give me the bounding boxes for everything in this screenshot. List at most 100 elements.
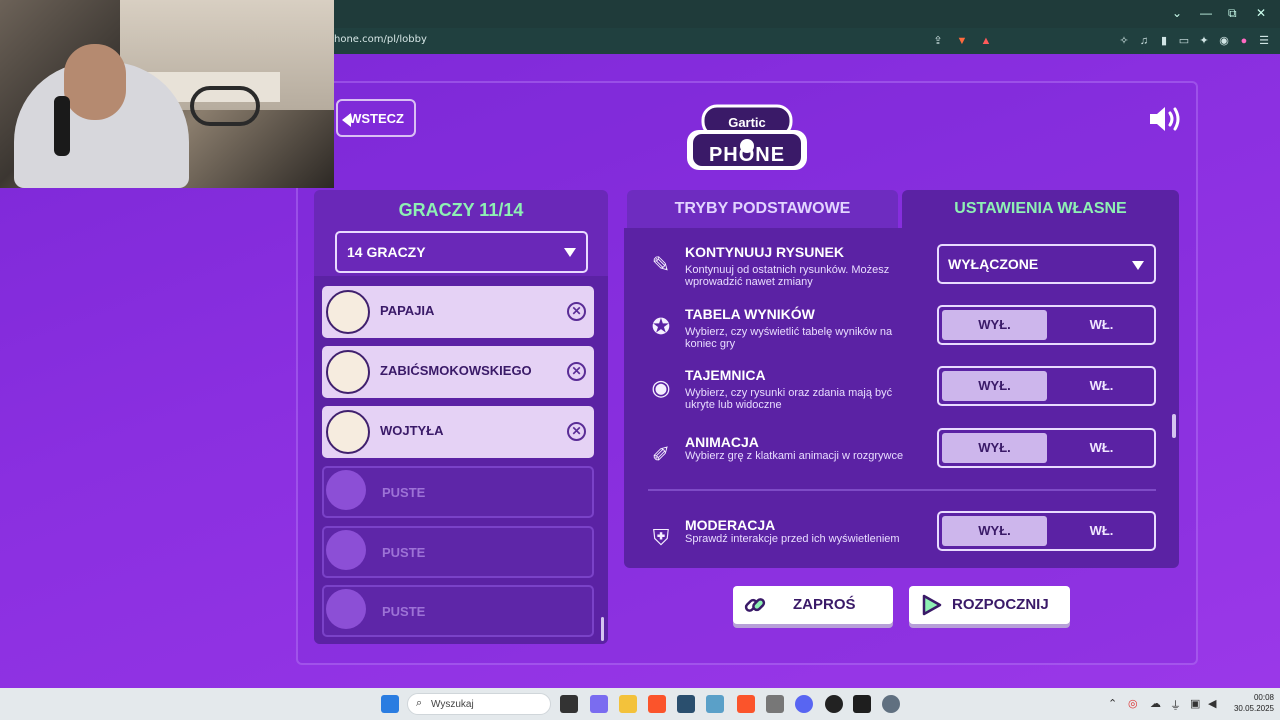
kick-player-icon[interactable]: ✕: [567, 422, 586, 441]
maximize-button[interactable]: ⧉: [1228, 6, 1237, 21]
onedrive-icon[interactable]: ☁: [1150, 697, 1161, 710]
settings-gear-icon[interactable]: [882, 695, 900, 713]
taskbar-clock[interactable]: 00:08 30.05.2025: [1228, 692, 1274, 714]
windows-start-icon[interactable]: [381, 695, 399, 713]
store-icon[interactable]: [677, 695, 695, 713]
start-button[interactable]: ROZPOCZNIJ: [909, 586, 1070, 624]
sound-icon[interactable]: [1148, 104, 1184, 134]
players-title: GRACZY 11/14: [398, 200, 524, 220]
players-scrollbar[interactable]: [601, 617, 604, 641]
network-icon[interactable]: ▣: [1190, 697, 1200, 710]
chevron-up-icon[interactable]: ⌃: [1108, 697, 1117, 710]
chevron-down-icon: [1132, 261, 1144, 270]
chevron-down-icon: [564, 248, 576, 257]
toggle-off[interactable]: WYŁ.: [942, 516, 1047, 546]
empty-avatar-icon: [326, 589, 366, 629]
scoreboard-toggle[interactable]: WYŁ. WŁ.: [937, 305, 1156, 345]
empty-slot-label: PUSTE: [382, 485, 426, 500]
start-label: ROZPOCZNIJ: [952, 596, 1049, 613]
back-button[interactable]: WSTECZ: [336, 99, 416, 137]
empty-avatar-icon: [326, 530, 366, 570]
webcam-bicycle: [190, 86, 260, 126]
continue-drawing-value: WYŁĄCZONE: [948, 256, 1039, 272]
brave-browser-icon[interactable]: [648, 695, 666, 713]
wallet-icon[interactable]: ▭: [1176, 33, 1192, 49]
app-tray-icon[interactable]: ◎: [1128, 697, 1138, 710]
photos-icon[interactable]: [706, 695, 724, 713]
terminal-icon[interactable]: [853, 695, 871, 713]
settings-scrollbar[interactable]: [1172, 414, 1176, 438]
profile-icon[interactable]: ●: [1236, 33, 1252, 49]
avatar: [326, 350, 370, 394]
tab-custom-settings[interactable]: USTAWIENIA WŁASNE: [902, 190, 1179, 228]
close-window-button[interactable]: ✕: [1256, 6, 1266, 20]
moderation-toggle[interactable]: WYŁ. WŁ.: [937, 511, 1156, 551]
menu-icon[interactable]: ☰: [1256, 33, 1272, 49]
empty-slot: PUSTE: [322, 466, 594, 518]
setting-scoreboard: ✪ TABELA WYNIKÓW Wybierz, czy wyświetlić…: [624, 304, 1179, 360]
copilot-icon[interactable]: [590, 695, 608, 713]
kick-player-icon[interactable]: ✕: [567, 302, 586, 321]
setting-title: ANIMACJA: [685, 434, 759, 450]
players-list: PAPAJIA ✕ ZABIĆSMOKOWSKIEGO ✕ WOJTYŁA ✕ …: [314, 276, 608, 644]
settings-panel: ✎ KONTYNUUJ RYSUNEK Kontynuuj od ostatni…: [624, 228, 1179, 568]
eye-icon: ◉: [651, 375, 671, 400]
kick-player-icon[interactable]: ✕: [567, 362, 586, 381]
setting-description: Wybierz, czy rysunki oraz zdania mają by…: [685, 387, 893, 411]
empty-slot-label: PUSTE: [382, 545, 426, 560]
discord-icon[interactable]: [795, 695, 813, 713]
player-name: WOJTYŁA: [380, 423, 444, 438]
toggle-off[interactable]: WYŁ.: [942, 310, 1047, 340]
microphone-icon[interactable]: ⏚: [1170, 697, 1181, 713]
toggle-off[interactable]: WYŁ.: [942, 371, 1047, 401]
toggle-on[interactable]: WŁ.: [1049, 310, 1154, 340]
webcam-overlay: [0, 0, 334, 188]
logo-text-bottom: PHONE: [709, 144, 785, 166]
leo-icon[interactable]: ✦: [1196, 33, 1212, 49]
setting-animation: ✐ ANIMACJA Wybierz grę z klatkami animac…: [624, 428, 1179, 488]
task-view-icon[interactable]: [560, 695, 578, 713]
sidebar-icon[interactable]: ▮: [1156, 33, 1172, 49]
file-explorer-icon[interactable]: [619, 695, 637, 713]
player-count-select[interactable]: 14 GRACZY: [335, 231, 588, 273]
toggle-on[interactable]: WŁ.: [1049, 433, 1154, 463]
player-slot: PAPAJIA ✕: [322, 286, 594, 338]
invite-button[interactable]: ZAPROŚ: [733, 586, 893, 624]
extensions-icon[interactable]: ✧: [1116, 33, 1132, 49]
brave-rewards-icon[interactable]: ▲: [978, 33, 994, 49]
minimize-button[interactable]: —: [1200, 6, 1212, 20]
search-icon: ⌕: [416, 697, 423, 709]
player-slot: ZABIĆSMOKOWSKIEGO ✕: [322, 346, 594, 398]
microphone: [54, 96, 70, 156]
volume-icon[interactable]: ◀: [1208, 697, 1216, 710]
brave-active-icon[interactable]: [737, 695, 755, 713]
back-button-label: WSTECZ: [349, 110, 404, 126]
gartic-phone-logo: Gartic PHONE: [687, 104, 807, 170]
secret-toggle[interactable]: WYŁ. WŁ.: [937, 366, 1156, 406]
toggle-on[interactable]: WŁ.: [1049, 371, 1154, 401]
setting-title: KONTYNUUJ RYSUNEK: [685, 244, 844, 260]
setting-title: TAJEMNICA: [685, 367, 766, 383]
tab-list-icon[interactable]: ⌄: [1172, 6, 1182, 20]
player-name: ZABIĆSMOKOWSKIEGO: [380, 363, 532, 378]
toggle-off[interactable]: WYŁ.: [942, 433, 1047, 463]
vpn-icon[interactable]: ◉: [1216, 33, 1232, 49]
continue-drawing-select[interactable]: WYŁĄCZONE: [937, 244, 1156, 284]
setting-continue-drawing: ✎ KONTYNUUJ RYSUNEK Kontynuuj od ostatni…: [624, 242, 1179, 298]
toggle-on[interactable]: WŁ.: [1049, 516, 1154, 546]
brave-shield-icon[interactable]: ▼: [954, 33, 970, 49]
windows-taskbar: ⌕ Wyszukaj ⌃ ◎ ☁ ⏚ ▣ ◀ 00:08 30.05.2025: [0, 688, 1280, 720]
tab-basic-modes[interactable]: TRYBY PODSTAWOWE: [627, 190, 898, 228]
animation-toggle[interactable]: WYŁ. WŁ.: [937, 428, 1156, 468]
calculator-icon[interactable]: [766, 695, 784, 713]
share-icon[interactable]: ⇪: [930, 33, 946, 49]
player-name: PAPAJIA: [380, 303, 435, 318]
brush-icon: ✐: [651, 442, 671, 467]
url-text[interactable]: hone.com/pl/lobby: [334, 34, 427, 45]
taskbar-search[interactable]: ⌕ Wyszukaj: [407, 693, 551, 715]
obs-icon[interactable]: [825, 695, 843, 713]
empty-slot-label: PUSTE: [382, 604, 426, 619]
continue-drawing-icon: ✎: [651, 252, 671, 277]
setting-description: Wybierz grę z klatkami animacji w rozgry…: [685, 450, 904, 462]
media-icon[interactable]: ♫: [1136, 33, 1152, 49]
